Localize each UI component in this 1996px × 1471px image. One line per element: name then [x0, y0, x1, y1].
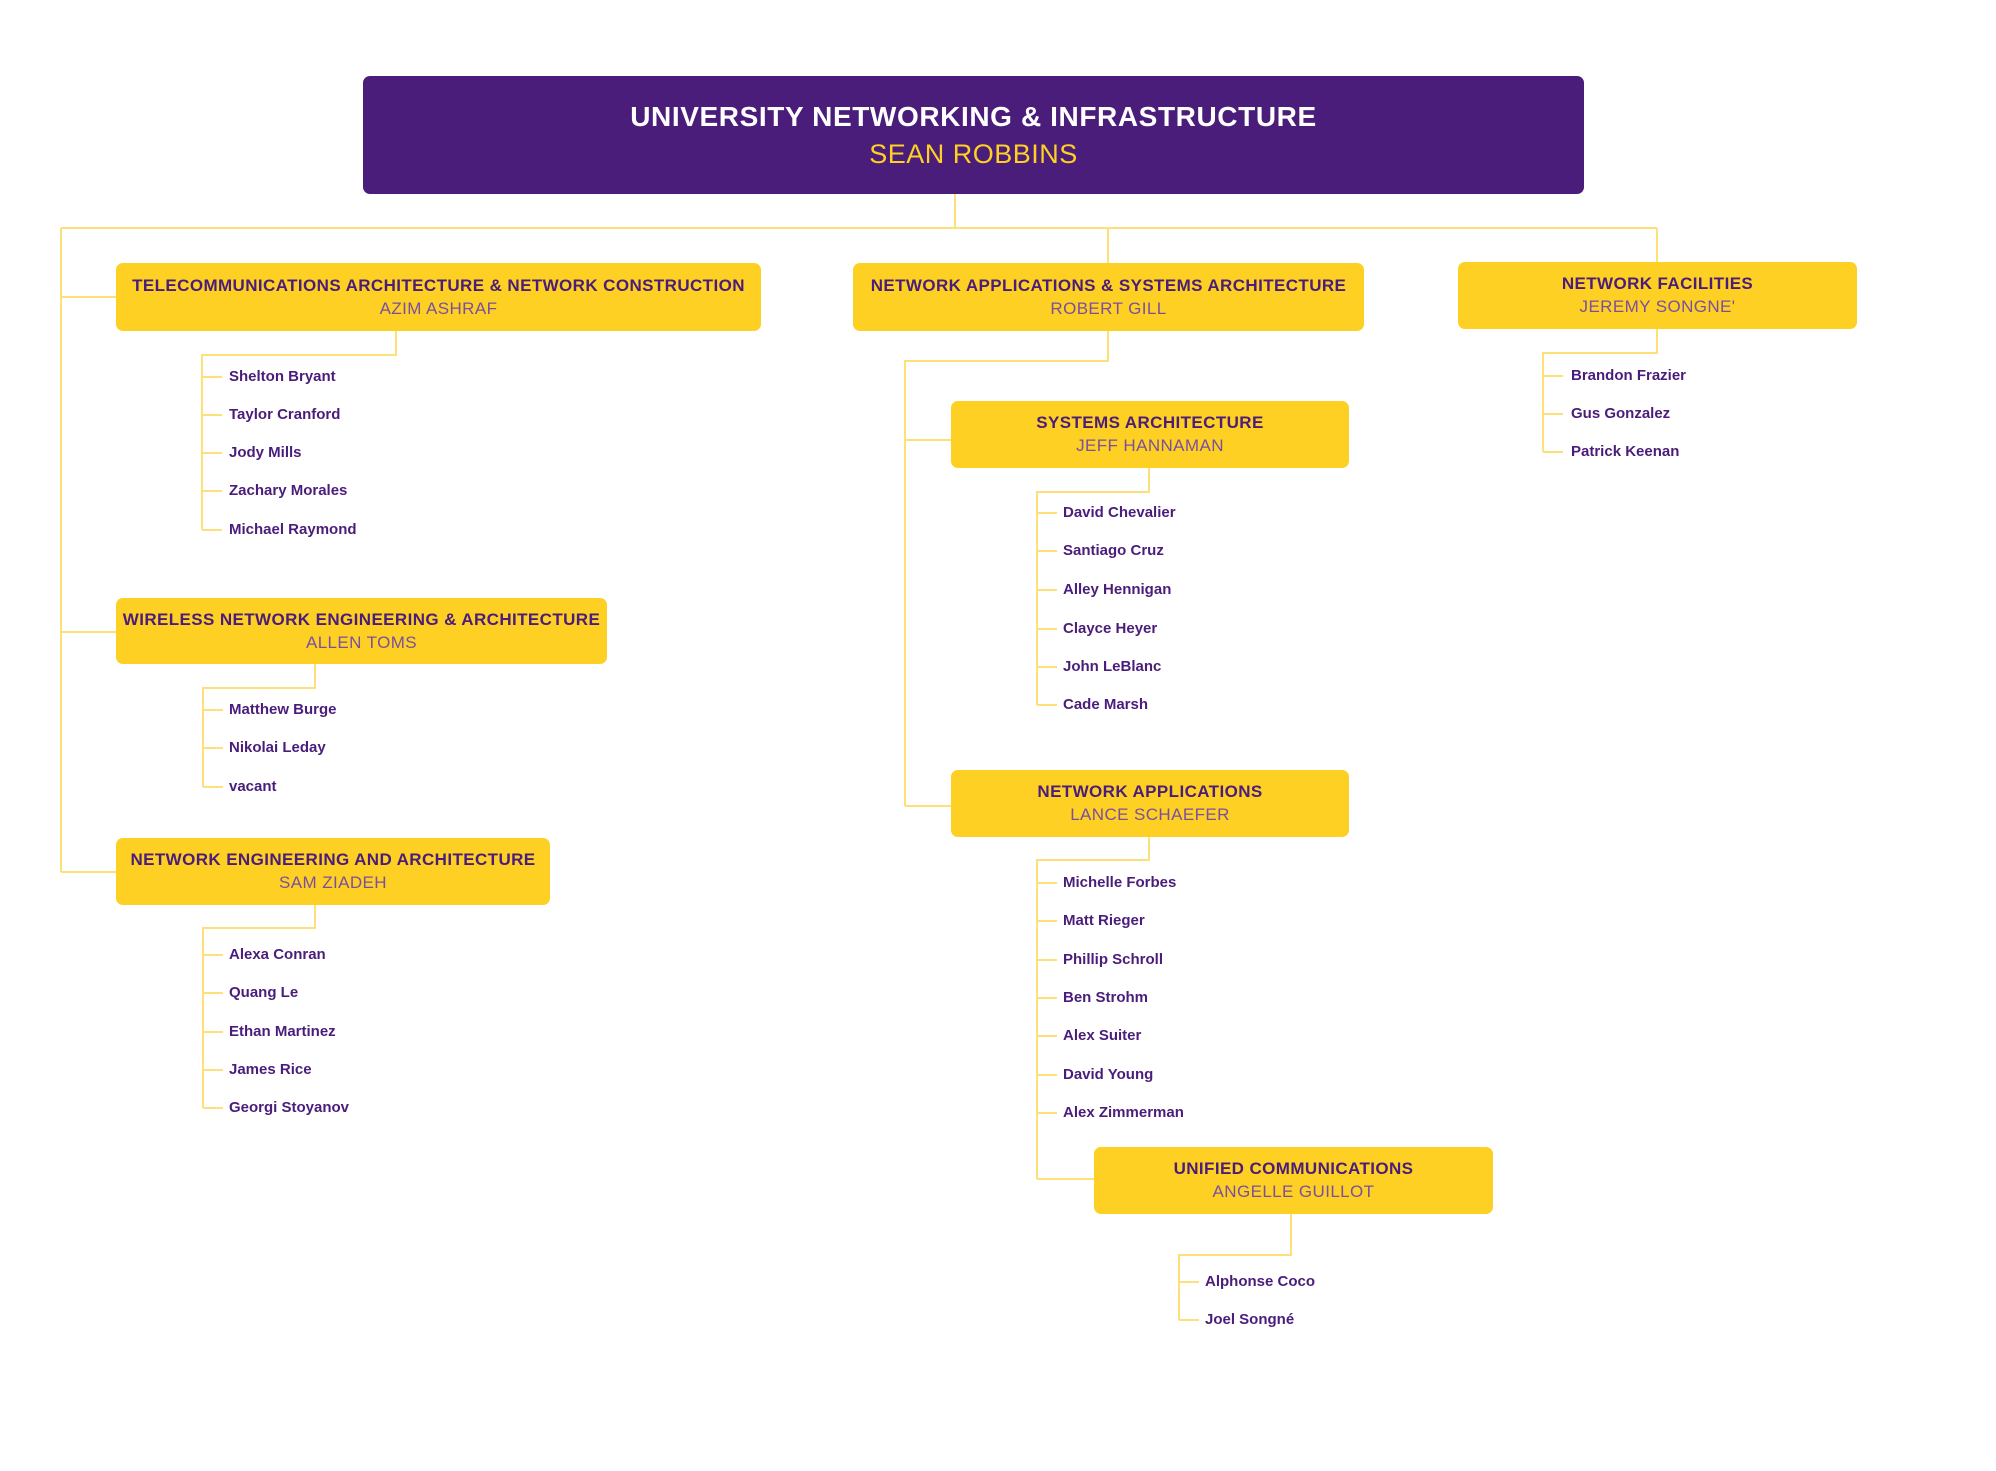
dept-title: WIRELESS NETWORK ENGINEERING & ARCHITECT…	[122, 609, 601, 629]
dept-title: SYSTEMS ARCHITECTURE	[1036, 413, 1264, 432]
telecom-member-trunk	[201, 331, 397, 530]
member-name: Alex Suiter	[1063, 1027, 1142, 1044]
member-name: Jody Mills	[229, 444, 302, 461]
wireless-member-trunk	[202, 664, 316, 787]
dept-title: NETWORK APPLICATIONS	[1037, 782, 1263, 801]
member-name: Ben Strohm	[1063, 989, 1149, 1006]
member-name: Matt Rieger	[1063, 912, 1145, 929]
member-name: Gus Gonzalez	[1571, 405, 1671, 422]
dept-box-unified-communications: UNIFIED COMMUNICATIONS ANGELLE GUILLOT	[1094, 1147, 1493, 1214]
connector-lines	[60, 194, 1658, 1321]
root-unit-box: UNIVERSITY NETWORKING & INFRASTRUCTURE S…	[363, 76, 1584, 194]
member-name: Alexa Conran	[229, 946, 326, 963]
member-name: Quang Le	[229, 984, 299, 1001]
dept-head: ANGELLE GUILLOT	[1212, 1182, 1375, 1201]
member-name: Alex Zimmerman	[1063, 1104, 1184, 1121]
dept-box-network-facilities: NETWORK FACILITIES JEREMY SONGNE'	[1458, 262, 1857, 329]
member-name: Cade Marsh	[1063, 696, 1149, 713]
dept-head: JEFF HANNAMAN	[1076, 436, 1224, 455]
dept-head: LANCE SCHAEFER	[1070, 805, 1230, 824]
member-name: Patrick Keenan	[1571, 443, 1680, 460]
member-name: Ethan Martinez	[229, 1023, 336, 1040]
unified_comm-member-trunk	[1178, 1214, 1292, 1320]
member-name: David Young	[1063, 1066, 1154, 1083]
member-name: John LeBlanc	[1063, 658, 1162, 675]
member-name: David Chevalier	[1063, 504, 1176, 521]
dept-head: ALLEN TOMS	[305, 632, 418, 652]
member-name: Michael Raymond	[229, 521, 357, 538]
dept-box-wireless: WIRELESS NETWORK ENGINEERING & ARCHITECT…	[116, 598, 607, 664]
dept-title: TELECOMMUNICATIONS ARCHITECTURE & NETWOR…	[132, 275, 745, 295]
dept-box-telecom: TELECOMMUNICATIONS ARCHITECTURE & NETWOR…	[116, 263, 761, 331]
member-name: Brandon Frazier	[1571, 367, 1687, 384]
member-name: James Rice	[229, 1061, 312, 1078]
member-name: Alphonse Coco	[1205, 1273, 1316, 1290]
root-unit-title: UNIVERSITY NETWORKING & INFRASTRUCTURE	[630, 100, 1317, 132]
dept-box-network-applications: NETWORK APPLICATIONS LANCE SCHAEFER	[951, 770, 1349, 837]
dept-box-netapps-sysarch: NETWORK APPLICATIONS & SYSTEMS ARCHITECT…	[853, 263, 1364, 331]
member-name: Santiago Cruz	[1063, 542, 1164, 559]
member-name: Alley Hennigan	[1063, 581, 1172, 598]
member-name: Michelle Forbes	[1063, 874, 1177, 891]
facilities-member-trunk	[1542, 329, 1658, 452]
dept-title: UNIFIED COMMUNICATIONS	[1173, 1159, 1414, 1178]
member-name: Zachary Morales	[229, 482, 348, 499]
dept-head: ROBERT GILL	[1050, 298, 1167, 318]
member-name: Joel Songné	[1205, 1311, 1295, 1328]
dept-title: NETWORK FACILITIES	[1561, 274, 1754, 293]
root-unit-head: SEAN ROBBINS	[869, 138, 1078, 169]
member-name: Matthew Burge	[229, 701, 337, 718]
member-name: Clayce Heyer	[1063, 620, 1158, 637]
dept-title: NETWORK ENGINEERING AND ARCHITECTURE	[130, 850, 536, 869]
member-name: Taylor Cranford	[229, 406, 341, 423]
member-name: Shelton Bryant	[229, 368, 336, 385]
dept-box-systems-architecture: SYSTEMS ARCHITECTURE JEFF HANNAMAN	[951, 401, 1349, 468]
dept-head: JEREMY SONGNE'	[1579, 297, 1736, 316]
dept-title: NETWORK APPLICATIONS & SYSTEMS ARCHITECT…	[870, 275, 1347, 295]
dept-box-network-engineering: NETWORK ENGINEERING AND ARCHITECTURE SAM…	[116, 838, 550, 905]
member-name: vacant	[229, 778, 277, 795]
member-name: Nikolai Leday	[229, 739, 326, 756]
dept-head: AZIM ASHRAF	[379, 298, 498, 318]
member-name: Phillip Schroll	[1063, 951, 1164, 968]
member-name: Georgi Stoyanov	[229, 1099, 350, 1116]
dept-head: SAM ZIADEH	[279, 873, 387, 892]
